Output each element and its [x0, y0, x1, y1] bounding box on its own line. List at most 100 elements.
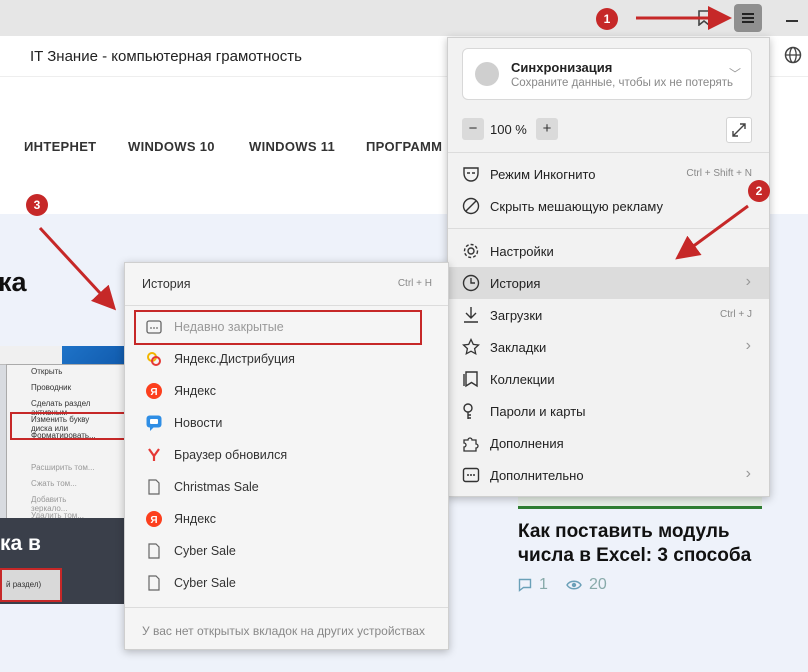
menu-item-label: Настройки [490, 244, 554, 259]
nav-internet[interactable]: ИНТЕРНЕТ [24, 139, 96, 154]
menu-item-history[interactable]: История › [448, 267, 769, 299]
history-item[interactable]: Яндекс.Дистрибуция [125, 343, 448, 375]
menu-divider [448, 228, 769, 229]
article-thumbnail[interactable]: Открыть Проводник Сделать раздел активны… [0, 346, 128, 604]
avatar [475, 62, 499, 86]
menu-item-collections[interactable]: Коллекции [448, 363, 769, 395]
globe-icon[interactable] [784, 46, 802, 64]
history-item-label: Браузер обновился [174, 448, 288, 462]
menu-item-passwords[interactable]: Пароли и карты [448, 395, 769, 427]
sync-title: Синхронизация [511, 60, 613, 75]
history-item[interactable]: Cyber Sale [125, 567, 448, 599]
card-title[interactable]: Как поставить модуль числа в Excel: 3 сп… [518, 520, 778, 568]
menu-item-label: Режим Инкогнито [490, 167, 596, 182]
zoom-out-button[interactable]: − [462, 118, 484, 140]
zoom-level: 100 % [490, 122, 527, 137]
history-item[interactable]: Браузер обновился [125, 439, 448, 471]
history-item-label: Новости [174, 416, 223, 430]
thumbnail-dialog-text: й раздел) [6, 580, 42, 589]
menu-item-label: Закладки [490, 340, 547, 355]
menu-item-label: Дополнительно [490, 468, 584, 483]
page-icon [148, 479, 160, 495]
yandex-distribution-icon [147, 352, 161, 366]
history-item-label: Christmas Sale [174, 480, 259, 494]
history-item[interactable]: Christmas Sale [125, 471, 448, 503]
chevron-right-icon: › [745, 465, 751, 482]
history-item-label: Cyber Sale [174, 544, 236, 558]
sync-panel[interactable]: Синхронизация Сохраните данные, чтобы их… [462, 48, 752, 100]
menu-item-settings[interactable]: Настройки [448, 235, 769, 267]
nav-windows-10[interactable]: WINDOWS 10 [128, 139, 215, 154]
fullscreen-button[interactable] [726, 117, 752, 143]
yandex-icon: Я [146, 383, 162, 399]
fullscreen-icon [732, 123, 746, 137]
nav-windows-11[interactable]: WINDOWS 11 [249, 139, 335, 154]
annotation-badge-1: 1 [596, 8, 618, 30]
page-icon [148, 575, 160, 591]
menu-item-label: Пароли и карты [490, 404, 586, 419]
chevron-right-icon: › [745, 337, 751, 354]
views-count: 20 [589, 576, 607, 593]
history-shortcut: Ctrl + H [397, 278, 432, 289]
thumb-menu-item: Сжать том... [31, 479, 77, 488]
history-item[interactable]: Я Яндекс [125, 375, 448, 407]
zoom-in-button[interactable]: + [536, 118, 558, 140]
history-submenu: История Ctrl + H Недавно закрытые Яндекс… [124, 262, 449, 650]
thumb-menu-item: Расширить том... [31, 463, 95, 472]
menu-divider [125, 607, 448, 608]
menu-item-incognito[interactable]: Режим Инкогнито Ctrl + Shift + N [448, 158, 769, 190]
svg-text:Я: Я [150, 387, 157, 398]
thumbnail-overlay-text: ка в [0, 532, 41, 555]
menu-item-label: Загрузки [490, 308, 543, 323]
collections-icon [463, 371, 478, 388]
history-item-label: Cyber Sale [174, 576, 236, 590]
menu-item-label: Дополнения [490, 436, 564, 451]
menu-item-block-ads[interactable]: Скрыть мешающую рекламу [448, 190, 769, 222]
nav-programs[interactable]: ПРОГРАММ [366, 139, 442, 154]
history-footer-note: У вас нет открытых вкладок на других уст… [142, 624, 425, 638]
menu-item-shortcut: Ctrl + Shift + N [686, 168, 752, 179]
eye-icon [566, 580, 582, 590]
browser-menu-button[interactable] [734, 4, 762, 32]
menu-divider [125, 305, 448, 306]
page-icon [148, 543, 160, 559]
chevron-right-icon: › [745, 273, 751, 290]
menu-item-label: Скрыть мешающую рекламу [490, 199, 663, 214]
browser-main-menu: Синхронизация Сохраните данные, чтобы их… [447, 37, 770, 497]
thumb-menu-item: Добавить зеркало... [31, 495, 68, 513]
download-icon [464, 307, 478, 323]
menu-item-more[interactable]: Дополнительно › [448, 459, 769, 491]
comments-count: 1 [539, 576, 548, 593]
annotation-badge-3: 3 [26, 194, 48, 216]
thumbnail-highlight [10, 412, 128, 440]
thumb-menu-item: Сделать раздел активным [31, 399, 91, 417]
menu-item-downloads[interactable]: Загрузки Ctrl + J [448, 299, 769, 331]
annotation-badge-2: 2 [748, 180, 770, 202]
thumb-menu-item [7, 445, 128, 461]
thumbnail-dialog: й раздел) [0, 568, 62, 602]
menu-item-bookmarks[interactable]: Закладки › [448, 331, 769, 363]
history-item[interactable]: Я Яндекс [125, 503, 448, 535]
hero-heading[interactable]: ка [0, 267, 27, 298]
menu-item-label: История [490, 276, 541, 291]
menu-item-shortcut: Ctrl + J [720, 309, 752, 320]
yandex-icon: Я [146, 511, 162, 527]
incognito-mask-icon [463, 167, 479, 182]
more-icon [462, 467, 480, 483]
site-title[interactable]: IT Знание - компьютерная грамотность [30, 48, 302, 65]
menu-item-extensions[interactable]: Дополнения [448, 427, 769, 459]
history-item-label: Яндекс.Дистрибуция [174, 352, 295, 366]
history-item[interactable]: Cyber Sale [125, 535, 448, 567]
news-icon [146, 415, 162, 431]
sync-subtitle: Сохраните данные, чтобы их не потерять [511, 77, 734, 89]
menu-divider [448, 152, 769, 153]
star-icon [462, 338, 480, 356]
chevron-down-icon: ﹀ [728, 67, 741, 81]
history-item-label: Яндекс [174, 384, 217, 398]
bookmark-icon[interactable] [697, 10, 711, 26]
block-ads-icon [462, 197, 480, 215]
history-header[interactable]: История [142, 277, 190, 291]
history-item[interactable]: Новости [125, 407, 448, 439]
puzzle-icon [463, 437, 479, 452]
minimize-button[interactable] [786, 20, 798, 22]
